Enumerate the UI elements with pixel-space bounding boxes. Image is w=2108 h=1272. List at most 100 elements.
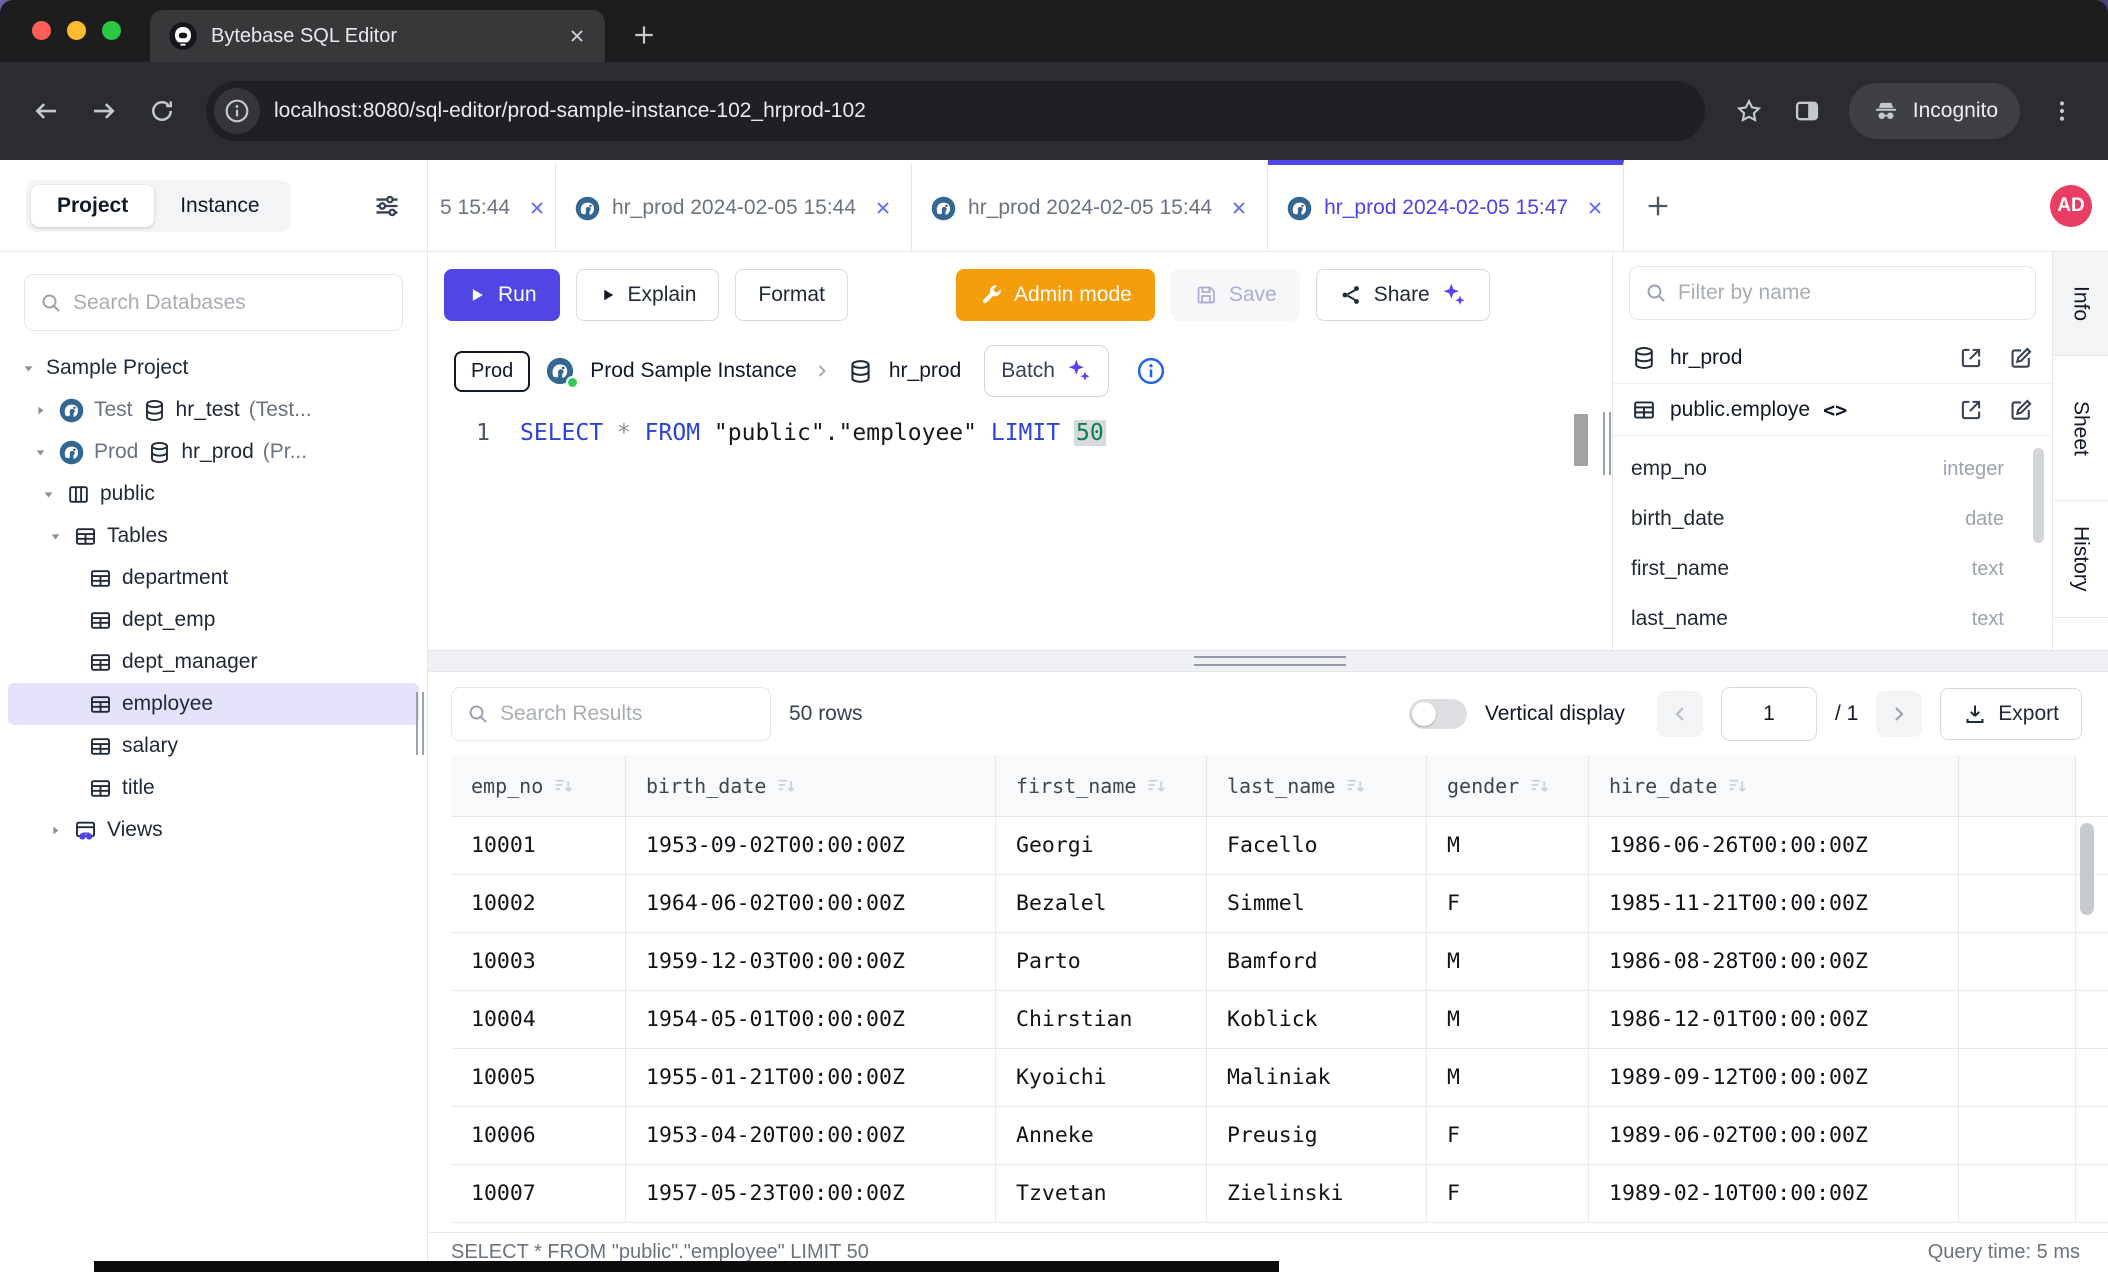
result-cell[interactable]: 10006 xyxy=(451,1107,626,1164)
column-header-last-name[interactable]: last_name xyxy=(1207,755,1427,816)
column-header-first-name[interactable]: first_name xyxy=(996,755,1207,816)
editor-tab-3[interactable]: hr_prod 2024-02-05 15:44 xyxy=(912,160,1268,251)
caret-right-icon[interactable] xyxy=(47,822,64,839)
url-text[interactable]: localhost:8080/sql-editor/prod-sample-in… xyxy=(274,99,866,123)
explain-button[interactable]: Explain xyxy=(576,269,720,321)
result-cell[interactable]: M xyxy=(1427,991,1589,1048)
browser-tab[interactable]: Bytebase SQL Editor xyxy=(150,10,605,62)
new-tab-button[interactable] xyxy=(631,22,657,48)
schema-filter-box[interactable] xyxy=(1629,266,2036,320)
result-cell[interactable]: M xyxy=(1427,933,1589,990)
sql-editor[interactable]: 1 SELECT * FROM "public"."employee" LIMI… xyxy=(428,404,1612,650)
sidebar-resize-handle[interactable] xyxy=(416,692,424,755)
result-cell[interactable]: 1953-04-20T00:00:00Z xyxy=(626,1107,996,1164)
back-icon[interactable] xyxy=(22,87,70,135)
panel-resize-handle[interactable] xyxy=(1603,412,1611,475)
tree-item-test[interactable]: Testhr_test(Test... xyxy=(8,389,419,431)
result-cell[interactable]: 1957-05-23T00:00:00Z xyxy=(626,1165,996,1222)
result-cell[interactable]: 1989-09-12T00:00:00Z xyxy=(1589,1049,1959,1106)
result-cell[interactable]: F xyxy=(1427,875,1589,932)
result-cell[interactable]: 10004 xyxy=(451,991,626,1048)
results-search-box[interactable] xyxy=(451,687,771,741)
editor-tab-1[interactable]: 5 15:44 xyxy=(428,160,556,251)
column-header-gender[interactable]: gender xyxy=(1427,755,1589,816)
column-header-hire-date[interactable]: hire_date xyxy=(1589,755,1959,816)
result-cell[interactable]: F xyxy=(1427,1165,1589,1222)
editor-tab-4-active[interactable]: hr_prod 2024-02-05 15:47 xyxy=(1268,160,1624,251)
close-window-button[interactable] xyxy=(32,21,51,40)
schema-table-row[interactable]: public.employe <> xyxy=(1613,384,2052,436)
minimize-window-button[interactable] xyxy=(67,21,86,40)
result-cell[interactable]: 10003 xyxy=(451,933,626,990)
new-sheet-button[interactable] xyxy=(1644,192,1672,220)
result-cell[interactable]: F xyxy=(1427,1107,1589,1164)
tree-item-dept-manager[interactable]: dept_manager xyxy=(8,641,419,683)
close-tab-icon[interactable] xyxy=(1585,198,1605,218)
ai-sparkle-icon[interactable] xyxy=(1441,282,1467,308)
editor-scrollbar[interactable] xyxy=(1574,414,1588,466)
tree-item-public[interactable]: public xyxy=(8,473,419,515)
open-external-icon[interactable] xyxy=(1958,345,1984,371)
search-databases-input[interactable] xyxy=(73,291,388,315)
result-cell[interactable]: 1964-06-02T00:00:00Z xyxy=(626,875,996,932)
site-info-icon[interactable] xyxy=(214,88,260,134)
result-cell[interactable]: Chirstian xyxy=(996,991,1207,1048)
open-external-icon[interactable] xyxy=(1958,397,1984,423)
format-button[interactable]: Format xyxy=(735,269,848,321)
database-search-box[interactable] xyxy=(24,274,403,331)
result-cell[interactable]: Tzvetan xyxy=(996,1165,1207,1222)
tree-item-salary[interactable]: salary xyxy=(8,725,419,767)
caret-right-icon[interactable] xyxy=(32,402,49,419)
result-cell[interactable]: M xyxy=(1427,817,1589,874)
column-row-first-name[interactable]: first_nametext xyxy=(1613,544,2052,594)
column-list-scrollbar[interactable] xyxy=(2033,448,2044,543)
tree-item-prod[interactable]: Prodhr_prod(Pr... xyxy=(8,431,419,473)
result-cell[interactable]: 1986-08-28T00:00:00Z xyxy=(1589,933,1959,990)
side-panel-icon[interactable] xyxy=(1783,87,1831,135)
result-cell[interactable]: 10002 xyxy=(451,875,626,932)
address-bar[interactable]: localhost:8080/sql-editor/prod-sample-in… xyxy=(206,81,1705,141)
caret-down-icon[interactable] xyxy=(40,486,57,503)
tab-history[interactable]: History xyxy=(2053,501,2108,618)
results-resize-divider[interactable] xyxy=(428,650,2108,672)
tab-info[interactable]: Info xyxy=(2053,252,2108,356)
close-tab-icon[interactable] xyxy=(1229,198,1249,218)
result-cell[interactable]: Facello xyxy=(1207,817,1427,874)
result-cell[interactable]: M xyxy=(1427,1049,1589,1106)
result-cell[interactable]: 1989-02-10T00:00:00Z xyxy=(1589,1165,1959,1222)
edit-icon[interactable] xyxy=(2008,397,2034,423)
column-header-birth-date[interactable]: birth_date xyxy=(626,755,996,816)
run-button[interactable]: Run xyxy=(444,269,560,321)
result-cell[interactable]: 10007 xyxy=(451,1165,626,1222)
admin-mode-button[interactable]: Admin mode xyxy=(956,269,1155,321)
result-cell[interactable]: Parto xyxy=(996,933,1207,990)
result-cell[interactable]: Kyoichi xyxy=(996,1049,1207,1106)
editor-tab-2[interactable]: hr_prod 2024-02-05 15:44 xyxy=(556,160,912,251)
result-cell[interactable]: 1986-12-01T00:00:00Z xyxy=(1589,991,1959,1048)
sql-line[interactable]: 1 SELECT * FROM "public"."employee" LIMI… xyxy=(428,420,1612,446)
result-cell[interactable]: 1954-05-01T00:00:00Z xyxy=(626,991,996,1048)
tree-item-views[interactable]: Views xyxy=(8,809,419,851)
tree-item-department[interactable]: department xyxy=(8,557,419,599)
tab-instance[interactable]: Instance xyxy=(154,185,285,227)
tab-sheet[interactable]: Sheet xyxy=(2053,356,2108,501)
result-cell[interactable]: 10005 xyxy=(451,1049,626,1106)
result-cell[interactable]: Koblick xyxy=(1207,991,1427,1048)
prev-page-button[interactable] xyxy=(1657,691,1703,737)
result-cell[interactable]: Georgi xyxy=(996,817,1207,874)
tree-item-dept-emp[interactable]: dept_emp xyxy=(8,599,419,641)
forward-icon[interactable] xyxy=(80,87,128,135)
result-cell[interactable]: Simmel xyxy=(1207,875,1427,932)
column-row-last-name[interactable]: last_nametext xyxy=(1613,594,2052,644)
result-cell[interactable]: Bamford xyxy=(1207,933,1427,990)
instance-name[interactable]: Prod Sample Instance xyxy=(590,359,797,383)
next-page-button[interactable] xyxy=(1876,691,1922,737)
reload-icon[interactable] xyxy=(138,87,186,135)
database-name[interactable]: hr_prod xyxy=(889,359,961,383)
drag-grip[interactable] xyxy=(1194,656,1346,666)
table-scrollbar[interactable] xyxy=(2080,823,2094,915)
result-cell[interactable]: Maliniak xyxy=(1207,1049,1427,1106)
result-cell[interactable]: 1989-06-02T00:00:00Z xyxy=(1589,1107,1959,1164)
filter-by-name-input[interactable] xyxy=(1678,281,2021,305)
tree-item-tables[interactable]: Tables xyxy=(8,515,419,557)
